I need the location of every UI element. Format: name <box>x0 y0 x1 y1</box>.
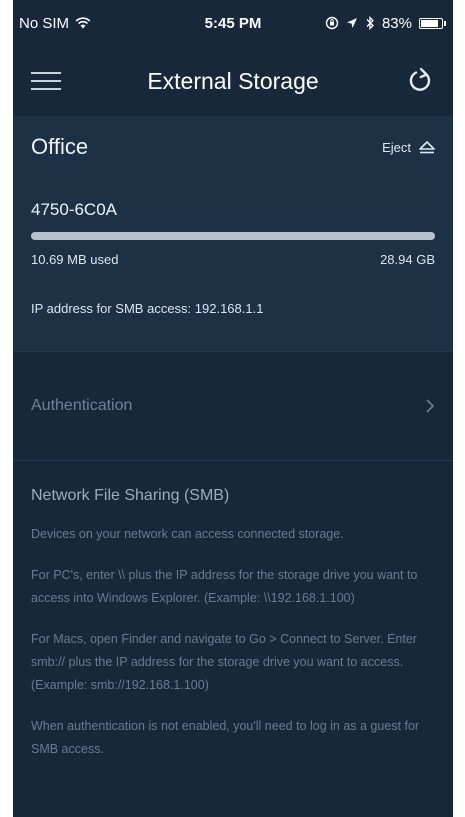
eject-label: Eject <box>382 139 411 155</box>
orientation-lock-icon <box>325 16 339 30</box>
storage-card: Office Eject 4750-6C0A 10.69 MB used 28.… <box>13 116 453 351</box>
page-title: External Storage <box>147 67 319 94</box>
status-right: 83% <box>325 14 446 32</box>
phone-screen: No SIM 5:45 PM 83% External Storage Offi… <box>13 0 453 817</box>
drive-name: 4750-6C0A <box>31 200 118 219</box>
eject-button[interactable]: Eject <box>382 140 435 155</box>
chevron-right-icon <box>426 399 435 413</box>
authentication-label: Authentication <box>31 397 133 414</box>
usage-bar <box>31 232 435 240</box>
smb-paragraph: When authentication is not enabled, you'… <box>31 719 420 756</box>
status-bar: No SIM 5:45 PM 83% <box>13 0 453 46</box>
bluetooth-icon <box>366 16 374 30</box>
smb-title: Network File Sharing (SMB) <box>31 487 230 504</box>
eject-icon <box>419 140 435 153</box>
battery-fill <box>421 19 438 27</box>
location-icon <box>346 18 357 28</box>
authentication-row[interactable]: Authentication <box>13 351 453 461</box>
menu-icon[interactable] <box>31 72 61 90</box>
device-location: Office <box>31 134 89 159</box>
header: External Storage <box>13 46 453 116</box>
wifi-icon <box>75 17 91 29</box>
battery-percent: 83% <box>381 14 412 32</box>
smb-paragraph: For Macs, open Finder and navigate to Go… <box>31 632 417 692</box>
status-left: No SIM <box>19 15 91 32</box>
carrier-label: No SIM <box>19 14 70 32</box>
smb-paragraph: Devices on your network can access conne… <box>31 527 344 541</box>
device-row: Office Eject <box>31 116 435 178</box>
refresh-icon[interactable] <box>405 66 435 96</box>
battery-icon <box>419 17 446 29</box>
used-space: 10.69 MB used <box>31 252 119 267</box>
smb-section: Network File Sharing (SMB) Devices on yo… <box>13 461 453 761</box>
total-space: 28.94 GB <box>380 252 435 267</box>
smb-paragraph: For PC's, enter \\ plus the IP address f… <box>31 568 418 605</box>
usage-row: 10.69 MB used 28.94 GB <box>31 252 435 267</box>
smb-ip-address: IP address for SMB access: 192.168.1.1 <box>31 301 264 316</box>
usage-fill <box>31 232 435 240</box>
